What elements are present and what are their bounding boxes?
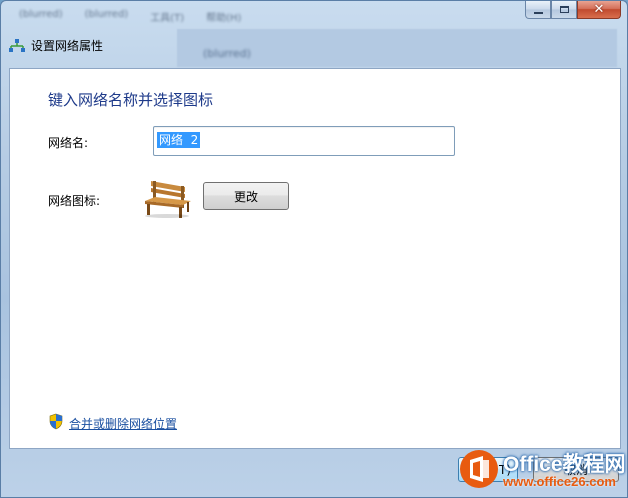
background-menu-item: (blurred) <box>19 9 63 20</box>
merge-network-locations-link[interactable]: 合并或删除网络位置 <box>69 415 177 432</box>
watermark-title: Office教程网 <box>503 453 626 476</box>
change-icon-button[interactable]: 更改 <box>203 182 289 210</box>
network-icon-label: 网络图标: <box>48 194 101 208</box>
merge-link-row[interactable]: 合并或删除网络位置 <box>48 413 177 434</box>
network-name-label: 网络名: <box>48 136 89 150</box>
minimize-button[interactable] <box>525 1 551 19</box>
background-banner: (blurred) <box>177 29 617 67</box>
watermark: Office教程网 www.office26.com <box>459 449 626 493</box>
network-name-input[interactable]: 网络 2 <box>153 126 455 156</box>
bench-icon <box>141 177 193 223</box>
window-title: 设置网络属性 <box>31 39 104 53</box>
maximize-icon <box>559 6 569 13</box>
shield-icon <box>48 413 64 434</box>
watermark-url: www.office26.com <box>503 474 616 489</box>
background-menu: (blurred) (blurred) 工具(T) 帮助(H) <box>19 9 241 24</box>
background-menu-item: 工具(T) <box>150 13 185 24</box>
close-icon: ✕ <box>593 2 605 17</box>
dialog-window: (blurred) (blurred) 工具(T) 帮助(H) (blurred… <box>0 0 628 498</box>
network-name-value: 网络 2 <box>157 132 201 148</box>
page-heading: 键入网络名称并选择图标 <box>48 91 214 109</box>
network-icon <box>9 38 25 53</box>
title-bar: 设置网络属性 <box>9 37 103 54</box>
watermark-text: Office教程网 www.office26.com <box>503 454 626 488</box>
background-menu-item: 帮助(H) <box>206 13 242 24</box>
background-menu-item: (blurred) <box>84 9 129 20</box>
content-pane: 键入网络名称并选择图标 网络名: 网络 2 网络图标: 更改 合并或删除网络位置 <box>9 68 621 449</box>
close-button[interactable]: ✕ <box>577 1 621 19</box>
office-logo-icon <box>459 449 499 493</box>
background-banner-text: (blurred) <box>203 47 251 60</box>
minimize-icon <box>533 11 543 14</box>
caption-buttons: ✕ <box>525 1 621 19</box>
maximize-button[interactable] <box>551 1 577 19</box>
